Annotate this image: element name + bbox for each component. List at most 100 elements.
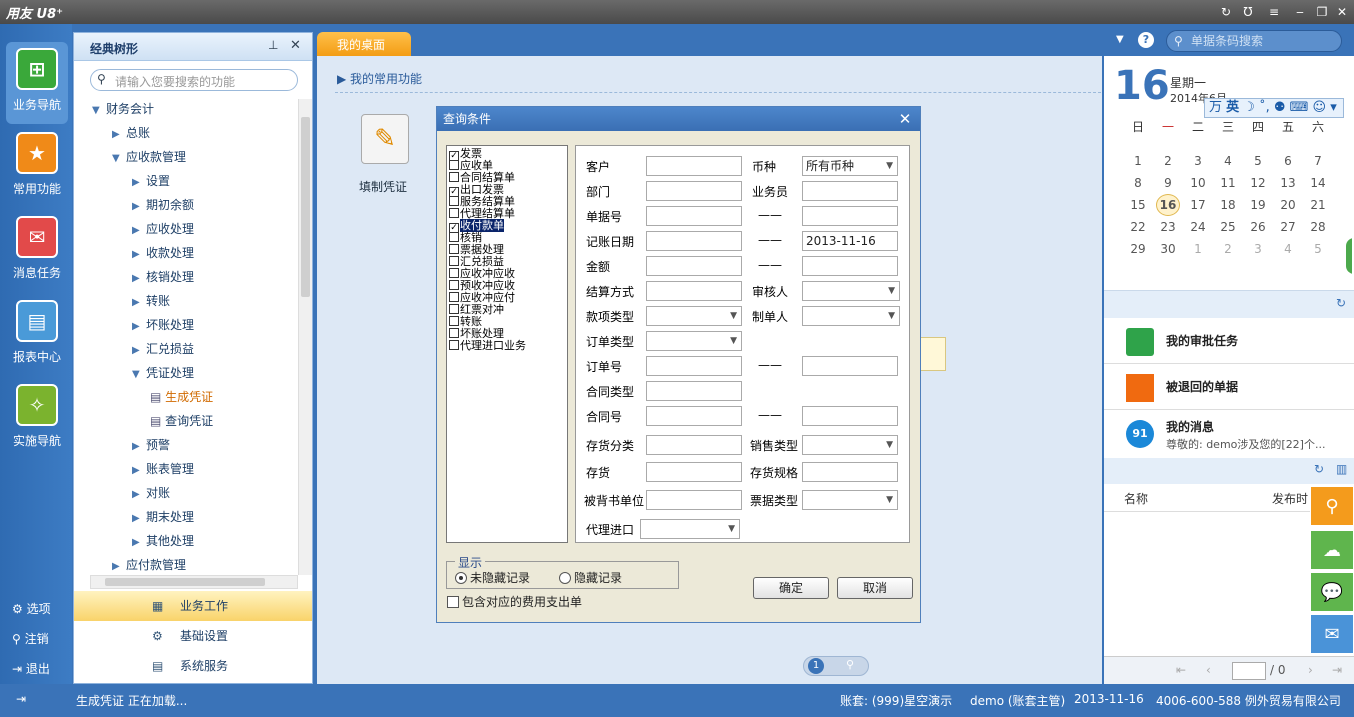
pager-current-page[interactable]: 1 <box>808 658 824 674</box>
pin-icon[interactable]: ⊥ <box>268 38 278 52</box>
tree-horizontal-scrollbar[interactable] <box>90 575 298 589</box>
inventory-input[interactable] <box>646 462 742 482</box>
page-input[interactable] <box>1232 662 1266 680</box>
calendar-day-cell[interactable]: 23 <box>1153 220 1183 234</box>
calendar-day-cell[interactable]: 11 <box>1213 176 1243 190</box>
agent-import-select[interactable]: ▼ <box>640 519 740 539</box>
tree-node[interactable]: ▶ 坏账处理 <box>132 313 194 337</box>
inventory-spec-input[interactable] <box>802 462 898 482</box>
tree-node[interactable]: ▶ 设置 <box>132 169 170 193</box>
sales-type-select[interactable]: ▼ <box>802 435 898 455</box>
cancel-button[interactable]: 取消 <box>837 577 913 599</box>
rail-common-functions[interactable]: ★ 常用功能 <box>6 126 68 208</box>
calendar-day-cell[interactable]: 26 <box>1243 220 1273 234</box>
contract-no-from-input[interactable] <box>646 406 742 426</box>
tree-leaf-query-voucher[interactable]: ▤ 查询凭证 <box>150 409 213 433</box>
calendar-day-cell[interactable]: 29 <box>1123 242 1153 256</box>
calendar-day-cell[interactable]: 5 <box>1303 242 1333 256</box>
doc-type-checkbox[interactable]: 代理进口业务 <box>449 340 526 352</box>
tree-vertical-scrollbar[interactable] <box>298 99 312 575</box>
options-button[interactable]: ⚙ 选项 <box>12 600 51 617</box>
calendar-day-cell[interactable]: 2 <box>1213 242 1243 256</box>
rail-implementation-nav[interactable]: ✧ 实施导航 <box>6 378 68 460</box>
u-icon[interactable]: Ʊ <box>1240 4 1256 20</box>
amount-to-input[interactable] <box>802 256 898 276</box>
calendar-day-cell[interactable]: 1 <box>1183 242 1213 256</box>
task-returned-docs[interactable]: 被退回的单据 <box>1104 364 1354 410</box>
cloud-fab-icon[interactable]: ☁ <box>1310 530 1354 570</box>
calendar-day-cell[interactable]: 13 <box>1273 176 1303 190</box>
next-page-icon[interactable]: › <box>1308 663 1313 677</box>
search-fab-icon[interactable]: ⚲ <box>1310 486 1354 526</box>
tree-node[interactable]: ▶ 收款处理 <box>132 241 194 265</box>
ok-button[interactable]: 确定 <box>753 577 829 599</box>
calendar-day-cell[interactable]: 4 <box>1213 154 1243 168</box>
tree-search-input[interactable]: ⚲ 请输入您要搜索的功能 <box>90 69 298 91</box>
radio-unhidden[interactable]: 未隐藏记录 <box>455 569 530 586</box>
calendar-day-cell[interactable]: 18 <box>1213 198 1243 212</box>
amount-from-input[interactable] <box>646 256 742 276</box>
tree-node[interactable]: ▶ 汇兑损益 <box>132 337 194 361</box>
side-handle[interactable] <box>1344 236 1354 276</box>
message-fab-icon[interactable]: ✉ <box>1310 614 1354 654</box>
exit-button[interactable]: ⇥ 退出 <box>12 660 50 677</box>
tree-node[interactable]: ▶ 转账 <box>132 289 170 313</box>
barcode-search-input[interactable]: ⚲ 单据条码搜索 <box>1166 30 1342 52</box>
contract-type-input[interactable] <box>646 381 742 401</box>
rail-report-center[interactable]: ▤ 报表中心 <box>6 294 68 376</box>
close-panel-icon[interactable]: ✕ <box>290 38 301 53</box>
calendar-day-cell[interactable]: 12 <box>1243 176 1273 190</box>
tree-node[interactable]: ▶ 期初余额 <box>132 193 194 217</box>
minimize-icon[interactable]: ‒ <box>1292 4 1308 20</box>
settle-input[interactable] <box>646 281 742 301</box>
tree-node[interactable]: ▶ 账表管理 <box>132 457 194 481</box>
tree-node[interactable]: ▶ 预警 <box>132 433 170 457</box>
calendar-day-cell[interactable]: 20 <box>1273 198 1303 212</box>
bottom-tab-business-work[interactable]: ▦ 业务工作 <box>74 591 312 621</box>
bottom-tab-basic-settings[interactable]: ⚙ 基础设置 <box>74 621 312 651</box>
calendar-day-cell[interactable]: 19 <box>1243 198 1273 212</box>
radio-hidden[interactable]: 隐藏记录 <box>559 569 622 586</box>
auditor-select[interactable]: ▼ <box>802 281 900 301</box>
calendar-day-cell[interactable]: 22 <box>1123 220 1153 234</box>
calendar-day-cell[interactable]: 3 <box>1183 154 1213 168</box>
logout-button[interactable]: ⚲ 注销 <box>12 630 49 647</box>
close-icon[interactable]: ✕ <box>1334 4 1350 20</box>
refresh-icon[interactable]: ↻ <box>1314 462 1324 476</box>
tree-node[interactable]: ▼ 凭证处理 <box>132 361 194 385</box>
calendar-day-cell[interactable]: 8 <box>1123 176 1153 190</box>
pager-settings-icon[interactable]: ⚲ <box>846 658 854 671</box>
tree-node[interactable]: ▼ 财务会计 <box>92 97 154 121</box>
calendar-day-cell[interactable]: 7 <box>1303 154 1333 168</box>
order-type-select[interactable]: ▼ <box>646 331 742 351</box>
chevron-down-icon[interactable]: ▼ <box>1116 34 1124 45</box>
calendar-day-cell[interactable]: 21 <box>1303 198 1333 212</box>
maximize-icon[interactable]: ❐ <box>1314 4 1330 20</box>
calendar-day-cell[interactable]: 24 <box>1183 220 1213 234</box>
currency-select[interactable]: 所有币种 ▼ <box>802 156 898 176</box>
bottom-tab-system-service[interactable]: ▤ 系统服务 <box>74 651 312 681</box>
tree-node[interactable]: ▶ 期末处理 <box>132 505 194 529</box>
calendar-day-cell[interactable]: 27 <box>1273 220 1303 234</box>
maker-select[interactable]: ▼ <box>802 306 900 326</box>
department-input[interactable] <box>646 181 742 201</box>
calendar-day-cell[interactable]: 28 <box>1303 220 1333 234</box>
help-icon[interactable]: ? <box>1138 32 1154 48</box>
task-approval[interactable]: 我的审批任务 <box>1104 318 1354 364</box>
calendar-day-cell[interactable]: 4 <box>1273 242 1303 256</box>
calendar-day-cell[interactable]: 10 <box>1183 176 1213 190</box>
salesperson-input[interactable] <box>802 181 898 201</box>
include-fee-checkbox[interactable]: 包含对应的费用支出单 <box>447 593 582 610</box>
order-no-from-input[interactable] <box>646 356 742 376</box>
dialog-close-icon[interactable]: ✕ <box>895 109 915 129</box>
calendar-day-cell[interactable]: 14 <box>1303 176 1333 190</box>
tree-node[interactable]: ▶ 核销处理 <box>132 265 194 289</box>
order-no-to-input[interactable] <box>802 356 898 376</box>
ime-toolbar[interactable]: 万 英 ☽ ˚, ⚉ ⌨ ☺ ▾ <box>1204 98 1344 118</box>
last-page-icon[interactable]: ⇥ <box>1332 663 1342 677</box>
doc-no-to-input[interactable] <box>802 206 898 226</box>
chat-fab-icon[interactable]: 💬 <box>1310 572 1354 612</box>
post-date-from-input[interactable] <box>646 231 742 251</box>
shortcut-fill-voucher[interactable]: ✎ <box>357 114 413 170</box>
tree-node[interactable]: ▶ 对账 <box>132 481 170 505</box>
